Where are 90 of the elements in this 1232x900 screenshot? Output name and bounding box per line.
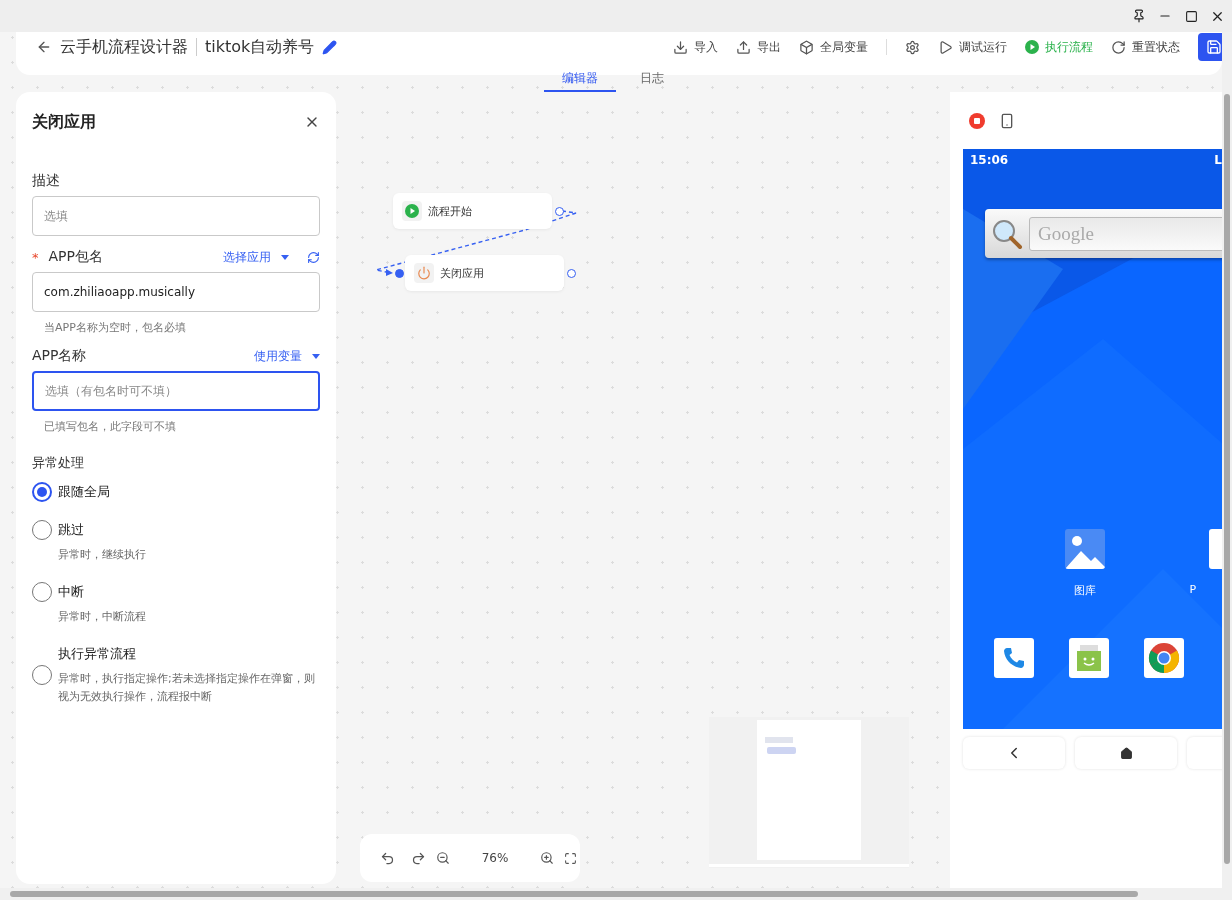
upload-icon: [736, 39, 751, 55]
chrome-icon: [1147, 642, 1180, 674]
dock-app[interactable]: [1143, 638, 1184, 678]
dropdown-link[interactable]: 选择应用: [223, 248, 289, 266]
status-time: 15:06: [970, 153, 1009, 167]
smartphone-icon: [999, 112, 1015, 129]
rotate-button[interactable]: [999, 112, 1015, 129]
download-icon: [673, 39, 688, 55]
dock-app[interactable]: [993, 638, 1034, 678]
required-mark: *: [32, 249, 39, 265]
field-label: 描述: [32, 172, 60, 190]
play-icon: [405, 204, 419, 218]
fullscreen-icon: [564, 851, 577, 865]
tab[interactable]: 日志: [616, 69, 688, 92]
dropdown-link[interactable]: 使用变量: [254, 347, 320, 365]
stop-icon: [969, 112, 985, 129]
field-label: APP名称: [32, 347, 87, 365]
undo-button[interactable]: [380, 850, 395, 866]
toolbar-button[interactable]: 调试运行: [938, 38, 1007, 56]
output-port[interactable]: [567, 269, 576, 278]
refresh-icon: [1111, 39, 1126, 55]
flow-node[interactable]: 关闭应用: [405, 255, 564, 291]
home-button[interactable]: [1075, 737, 1177, 769]
redo-button[interactable]: [411, 850, 426, 866]
panel-title: 关闭应用: [32, 111, 96, 133]
power-icon: [417, 266, 431, 280]
refresh-button[interactable]: [307, 250, 320, 264]
home-icon: [1119, 746, 1133, 760]
zoom-in-icon: [540, 851, 554, 865]
search-icon: [991, 217, 1023, 250]
radio-button[interactable]: [32, 665, 52, 685]
app-shortcut[interactable]: 图库: [1051, 529, 1120, 598]
output-port[interactable]: [555, 207, 564, 216]
save-icon: [1206, 39, 1222, 55]
undo-icon: [380, 850, 395, 866]
toolbar-button[interactable]: 重置状态: [1111, 38, 1180, 56]
refresh-icon: [307, 250, 320, 264]
back-button[interactable]: [36, 39, 52, 55]
settings-icon: [905, 39, 920, 55]
option-label: 跟随全局: [58, 483, 110, 501]
zoom-level: 76%: [480, 851, 510, 865]
radio-button[interactable]: [32, 482, 52, 502]
radio-button[interactable]: [32, 520, 52, 540]
fullscreen-button[interactable]: [564, 851, 577, 865]
tab[interactable]: 编辑器: [544, 69, 616, 92]
pin-icon: [1132, 9, 1146, 23]
redo-icon: [411, 850, 426, 866]
stop-button[interactable]: [969, 112, 985, 129]
app-label: 图库: [1074, 583, 1097, 598]
app-title: 云手机流程设计器: [60, 36, 188, 58]
option-description: 异常时，继续执行: [58, 547, 147, 563]
status-indicator: L: [1214, 153, 1222, 167]
toolbar-button[interactable]: 全局变量: [799, 38, 868, 56]
play-icon: [938, 39, 953, 55]
app-label: P: [1189, 583, 1197, 596]
toolbar-button[interactable]: 导入: [673, 38, 718, 56]
node-label: 关闭应用: [440, 265, 484, 281]
option-label: 跳过: [58, 521, 85, 539]
option-description: 异常时，执行指定操作;若未选择指定操作在弹窗，则视为无效执行操作，流程报中断: [58, 671, 316, 705]
cube-icon: [799, 39, 814, 55]
caret-icon: [281, 254, 289, 260]
option-label: 中断: [58, 583, 85, 601]
phone-icon: [1001, 646, 1026, 670]
scrollbar[interactable]: [0, 888, 1232, 900]
option-label: 执行异常流程: [58, 645, 137, 663]
node-label: 流程开始: [428, 203, 472, 219]
input-field[interactable]: 选填（有包名时可不填）: [32, 371, 320, 411]
zoom-in-button[interactable]: [540, 851, 554, 865]
zoom-out-icon: [436, 851, 450, 865]
pencil-icon: [322, 39, 338, 55]
project-name: tiktok自动养号: [205, 36, 315, 58]
toolbar-button[interactable]: 导出: [736, 38, 781, 56]
zoom-out-button[interactable]: [436, 851, 450, 865]
input-port[interactable]: [395, 269, 404, 278]
play-icon: [1025, 40, 1039, 54]
field-hint: 当APP名称为空时，包名必填: [44, 320, 187, 335]
dock-app[interactable]: [1068, 638, 1109, 678]
maximize-icon: [1184, 9, 1198, 23]
section-label: 异常处理: [32, 454, 85, 472]
option-description: 异常时，中断流程: [58, 609, 147, 625]
gallery-icon: [1065, 529, 1106, 569]
input-field[interactable]: com.zhiliaoapp.musically: [32, 272, 320, 312]
edit-button[interactable]: [322, 39, 338, 55]
field-label: APP包名: [48, 248, 103, 266]
flow-node[interactable]: 流程开始: [393, 193, 552, 229]
back-icon: [36, 39, 52, 55]
field-hint: 已填写包名，此字段可不填: [44, 419, 177, 434]
radio-button[interactable]: [32, 582, 52, 602]
caret-icon: [312, 353, 320, 359]
settings-button[interactable]: [905, 39, 920, 55]
